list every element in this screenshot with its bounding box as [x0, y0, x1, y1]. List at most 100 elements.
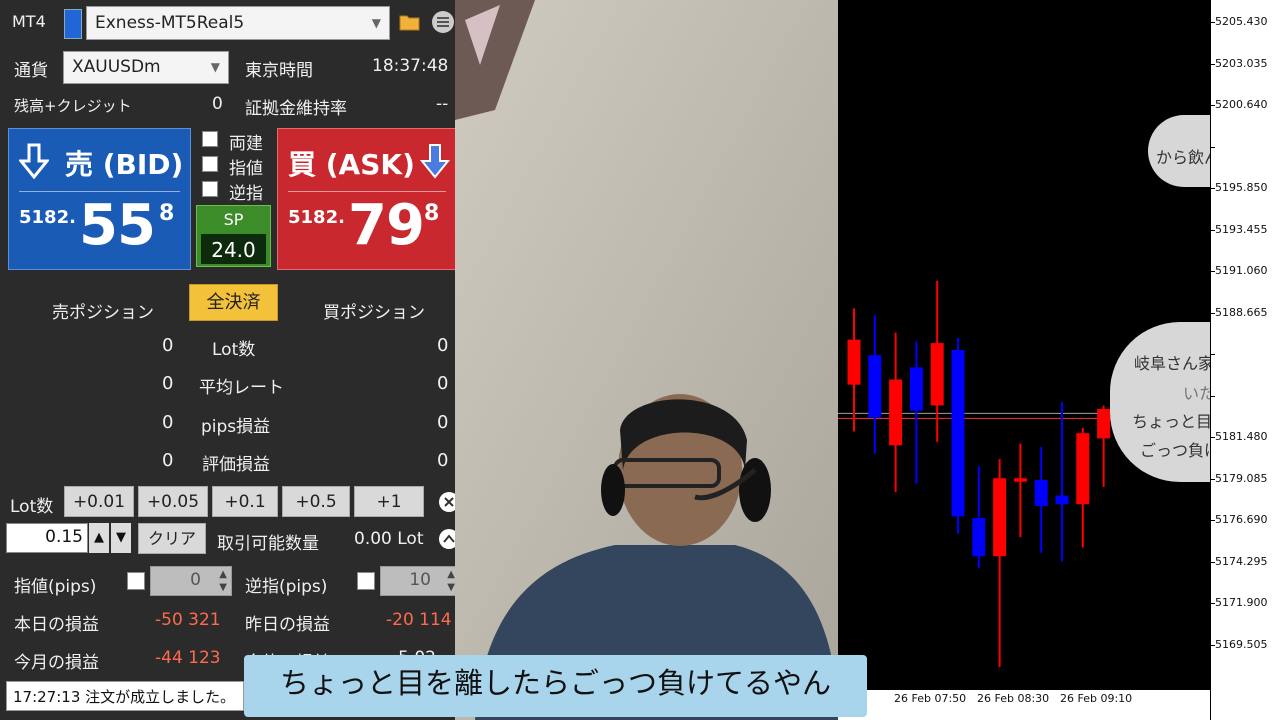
both-sides-label: 両建	[229, 134, 263, 154]
today-pnl-label: 本日の損益	[14, 615, 99, 635]
lot-add-05-button[interactable]: +0.5	[282, 486, 350, 517]
clear-button[interactable]: クリア	[138, 523, 206, 554]
buy-position-label: 買ポジション	[323, 303, 425, 323]
candle-body	[1034, 479, 1048, 506]
ask-price-pips: 79	[348, 193, 425, 258]
available-qty-label: 取引可能数量	[217, 534, 319, 554]
lot-add-001-button[interactable]: +0.01	[64, 486, 134, 517]
price-tick-mark	[1211, 354, 1215, 355]
bid-price-fraction: 8	[159, 201, 175, 226]
bid-price-prefix: 5182.	[19, 207, 76, 228]
currency-label: 通貨	[14, 61, 48, 81]
stop-pips-input[interactable]: 10 ▲ ▼	[380, 566, 455, 596]
price-tick-label: 5181.480	[1215, 430, 1268, 443]
spinner-icon[interactable]: ▲ ▼	[447, 568, 455, 594]
stop-pips-label: 逆指(pips)	[245, 577, 328, 597]
close-icon[interactable]	[438, 491, 455, 513]
comment-text: いたらこれ	[1183, 384, 1210, 403]
price-tick-mark	[1211, 395, 1215, 397]
price-tick-label: 5195.850	[1215, 181, 1268, 194]
price-tick-label: 5200.640	[1215, 98, 1268, 111]
candle-body	[972, 518, 986, 557]
bid-divider	[19, 191, 180, 192]
lot-input-value: 0.15	[45, 527, 83, 547]
balance-value: 0	[212, 94, 223, 114]
candle-body	[1097, 408, 1111, 439]
lot-input[interactable]: 0.15	[6, 523, 88, 553]
expand-icon[interactable]	[438, 528, 455, 550]
arrow-down-icon	[420, 144, 450, 179]
stop-pips-value: 10	[409, 570, 431, 590]
folder-icon[interactable]	[398, 12, 422, 32]
limit-pips-input[interactable]: 0 ▲ ▼	[150, 566, 232, 596]
buy-eval-value: 0	[437, 450, 449, 471]
currency-select[interactable]: XAUUSDm ▼	[63, 51, 229, 84]
month-pnl-value: -44 123	[155, 648, 221, 668]
candle-body	[1013, 478, 1027, 482]
video-subtitle: ちょっと目を離したらごっつ負けてるやん	[244, 655, 867, 717]
time-label: 26 Feb 08:30	[977, 692, 1050, 705]
webcam-image	[455, 0, 839, 720]
comment-text: 岐阜さん家まで行	[1134, 354, 1210, 373]
sell-eval-value: 0	[162, 450, 174, 471]
status-bar: 17:27:13 注文が成立しました。	[6, 681, 244, 711]
lot-up-button[interactable]: ▲	[89, 523, 109, 553]
close-all-button[interactable]: 全決済	[189, 284, 278, 321]
price-tick-label: 5171.900	[1215, 596, 1268, 609]
lot-add-005-button[interactable]: +0.05	[138, 486, 208, 517]
chevron-down-icon: ▼	[371, 16, 381, 30]
stop-label: 逆指	[229, 184, 263, 204]
eval-row-label: 評価損益	[202, 455, 270, 475]
webcam-feed	[455, 0, 839, 720]
both-sides-checkbox[interactable]	[202, 131, 218, 147]
spread-box: SP 24.0	[196, 205, 271, 267]
ask-title: 買 (ASK)	[288, 148, 415, 181]
stop-checkbox[interactable]	[202, 181, 218, 197]
lot-add-1-button[interactable]: +1	[354, 486, 424, 517]
price-chart[interactable]: から飲んで無し 岐阜さん家まで行 いたらこれ ちょっと目を離し ごっつ負けてるや	[838, 0, 1210, 690]
price-tick-mark	[1211, 146, 1215, 148]
limit-pips-checkbox[interactable]	[127, 572, 145, 590]
comment-text: から飲んで無し	[1156, 148, 1210, 167]
spread-value: 24.0	[211, 238, 256, 262]
tokyo-time-value: 18:37:48	[372, 56, 449, 76]
lot-down-button[interactable]: ▼	[111, 523, 131, 553]
time-label: 26 Feb 09:10	[1060, 692, 1133, 705]
lot-label: Lot数	[10, 497, 54, 517]
price-tick-label: 5205.430	[1215, 15, 1268, 28]
price-tick-label: 5203.035	[1215, 56, 1268, 70]
account-select[interactable]: Exness-MT5Real5 ▼	[86, 6, 390, 40]
limit-checkbox[interactable]	[202, 156, 218, 172]
comment-text: ごっつ負けてるや	[1140, 441, 1210, 460]
spinner-icon[interactable]: ▲ ▼	[219, 568, 227, 594]
trading-panel: MT4 Exness-MT5Real5 ▼ 通貨 XAUUSDm ▼ 東京時間 …	[0, 0, 455, 720]
sell-bid-button[interactable]: 売 (BID) 5182. 55 8	[8, 128, 191, 270]
chevron-down-icon: ▼	[210, 60, 220, 74]
buy-ask-button[interactable]: 買 (ASK) 5182. 79 8	[277, 128, 455, 270]
ask-divider	[288, 191, 446, 192]
candle-body	[1055, 495, 1069, 505]
price-tick-label: 5176.690	[1215, 513, 1268, 526]
ask-price-prefix: 5182.	[288, 207, 345, 228]
candle-body	[909, 367, 923, 411]
time-axis: 10 26 Feb 07:50 26 Feb 08:30 26 Feb 09:1…	[838, 690, 1210, 720]
price-tick-label: 5193.455	[1215, 222, 1268, 236]
stop-pips-checkbox[interactable]	[357, 572, 375, 590]
menu-icon[interactable]	[431, 10, 455, 34]
buy-avg-rate-value: 0	[437, 373, 449, 394]
lot-add-01-button[interactable]: +0.1	[212, 486, 278, 517]
buy-lot-value: 0	[437, 335, 449, 356]
account-color-indicator	[64, 9, 82, 39]
price-tick-label: 5169.505	[1215, 637, 1268, 651]
candle-body	[1076, 433, 1090, 505]
limit-pips-value: 0	[190, 570, 201, 590]
margin-level-value: --	[436, 94, 449, 114]
pips-row-label: pips損益	[201, 417, 271, 437]
comment-text: ちょっと目を離し	[1132, 412, 1210, 431]
margin-level-label: 証拠金維持率	[245, 99, 347, 119]
candle-body	[868, 355, 882, 418]
price-tick-label: 5191.060	[1215, 264, 1268, 277]
price-axis: 5205.430 5203.035 5200.640 5195.850 5193.455…	[1210, 0, 1280, 720]
month-pnl-label: 今月の損益	[14, 653, 99, 673]
bid-price-pips: 55	[79, 193, 156, 258]
